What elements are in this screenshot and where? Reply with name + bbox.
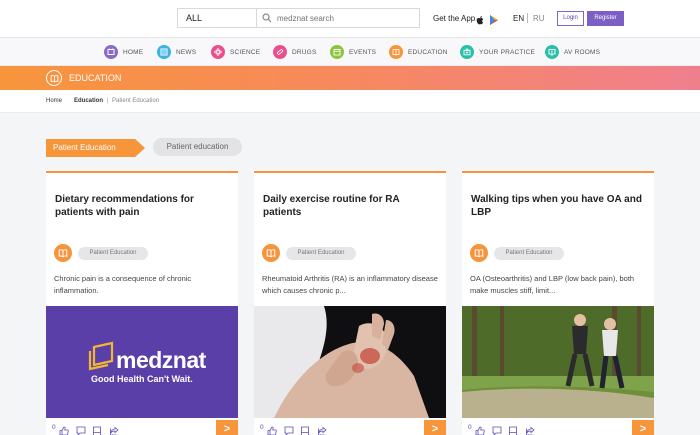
lang-divider [527, 13, 528, 23]
comment-icon[interactable] [492, 423, 502, 435]
tag-patient-education[interactable]: Patient education [153, 138, 242, 156]
book-icon [262, 244, 280, 262]
google-play-icon[interactable] [490, 12, 498, 25]
breadcrumb-current: Patient Education [112, 98, 160, 104]
comment-icon[interactable] [76, 423, 86, 435]
nav-item-events[interactable]: EVENTS [330, 43, 376, 61]
card-title[interactable]: Dietary recommendations for patients wit… [55, 193, 230, 219]
nav-label: SCIENCE [230, 48, 261, 56]
nav-label: AV ROOMS [564, 48, 601, 56]
search-box[interactable] [256, 8, 420, 28]
nav-item-news[interactable]: NEWS [157, 43, 196, 61]
category-badge[interactable]: Patient Education [286, 247, 356, 260]
science-icon [211, 45, 225, 59]
card-footer: 0 > [462, 420, 654, 435]
category-badge[interactable]: Patient Education [494, 247, 564, 260]
card-title[interactable]: Daily exercise routine for RA patients [263, 193, 438, 219]
medical-bag-icon [460, 45, 474, 59]
nav-label: EDUCATION [408, 48, 448, 56]
book-icon [46, 70, 62, 86]
nav-item-education[interactable]: EDUCATION [389, 43, 448, 61]
thumbs-up-icon[interactable] [267, 423, 277, 435]
share-icon[interactable] [109, 423, 119, 435]
top-header: ALL Get the App EN RU Login Register [0, 0, 700, 37]
card-excerpt: Rheumatoid Arthritis (RA) is an inflamma… [262, 274, 438, 295]
read-more-button[interactable]: > [424, 420, 446, 435]
breadcrumb: Home Education | Patient Education [0, 90, 700, 113]
nav-item-drugs[interactable]: DRUGS [273, 43, 316, 61]
book-icon [389, 45, 403, 59]
bookmark-icon[interactable] [92, 423, 102, 435]
section-banner: EDUCATION [0, 66, 700, 90]
nav-item-av-rooms[interactable]: AV ROOMS [545, 43, 600, 61]
get-app-label: Get the App [433, 14, 476, 23]
thumbs-up-icon[interactable] [59, 423, 69, 435]
breadcrumb-education[interactable]: Education [74, 98, 103, 104]
card-footer: 0 > [46, 420, 238, 435]
login-button[interactable]: Login [557, 11, 584, 26]
news-icon [157, 45, 171, 59]
search-scope-select[interactable]: ALL [177, 8, 257, 28]
tag-patient-education-active[interactable]: Patient Education [46, 139, 145, 157]
nav-item-your-practice[interactable]: YOUR PRACTICE [460, 43, 535, 61]
card-footer: 0 > [254, 420, 446, 435]
video-room-icon [545, 45, 559, 59]
card-image-medznat-logo[interactable]: medznat Good Health Can't Wait. [46, 306, 238, 418]
search-icon[interactable] [257, 9, 277, 27]
lang-en-link[interactable]: EN [513, 14, 524, 23]
card-image-hands-photo[interactable] [254, 306, 446, 418]
like-count: 0 [468, 424, 472, 431]
share-icon[interactable] [317, 423, 327, 435]
search-input[interactable] [277, 13, 415, 23]
read-more-button[interactable]: > [632, 420, 654, 435]
pill-icon [273, 45, 287, 59]
register-button[interactable]: Register [587, 11, 624, 26]
book-icon [470, 244, 488, 262]
nav-item-science[interactable]: SCIENCE [211, 43, 260, 61]
nav-label: NEWS [176, 48, 197, 56]
read-more-button[interactable]: > [216, 420, 238, 435]
nav-label: YOUR PRACTICE [479, 48, 536, 56]
lang-ru-link[interactable]: RU [533, 14, 545, 23]
bookmark-icon[interactable] [508, 423, 518, 435]
apple-icon[interactable] [476, 12, 484, 25]
medznat-tagline: Good Health Can't Wait. [91, 374, 193, 384]
category-badge[interactable]: Patient Education [78, 247, 148, 260]
nav-label: HOME [123, 48, 144, 56]
article-card[interactable]: Walking tips when you have OA and LBP Pa… [462, 171, 654, 435]
breadcrumb-home[interactable]: Home [46, 98, 62, 104]
card-title[interactable]: Walking tips when you have OA and LBP [471, 193, 646, 219]
thumbs-up-icon[interactable] [475, 423, 485, 435]
card-excerpt: OA (Osteoarthritis) and LBP (low back pa… [470, 274, 635, 295]
share-icon[interactable] [525, 423, 535, 435]
calendar-icon [330, 45, 344, 59]
main-nav: HOME NEWS SCIENCE DRUGS EVENTS EDUCATION [0, 37, 700, 66]
nav-label: EVENTS [349, 48, 377, 56]
like-count: 0 [52, 424, 56, 431]
card-image-walkers-photo[interactable] [462, 306, 654, 418]
home-icon [104, 45, 118, 59]
nav-item-home[interactable]: HOME [104, 43, 143, 61]
nav-label: DRUGS [292, 48, 317, 56]
article-card[interactable]: Dietary recommendations for patients wit… [46, 171, 238, 435]
book-icon [54, 244, 72, 262]
bookmark-icon[interactable] [300, 423, 310, 435]
like-count: 0 [260, 424, 264, 431]
medznat-wordmark: medznat [116, 347, 206, 373]
breadcrumb-separator: | [107, 98, 109, 104]
section-title: EDUCATION [69, 73, 122, 83]
comment-icon[interactable] [284, 423, 294, 435]
card-excerpt: Chronic pain is a consequence of chronic… [54, 274, 192, 295]
article-card[interactable]: Daily exercise routine for RA patients P… [254, 171, 446, 435]
